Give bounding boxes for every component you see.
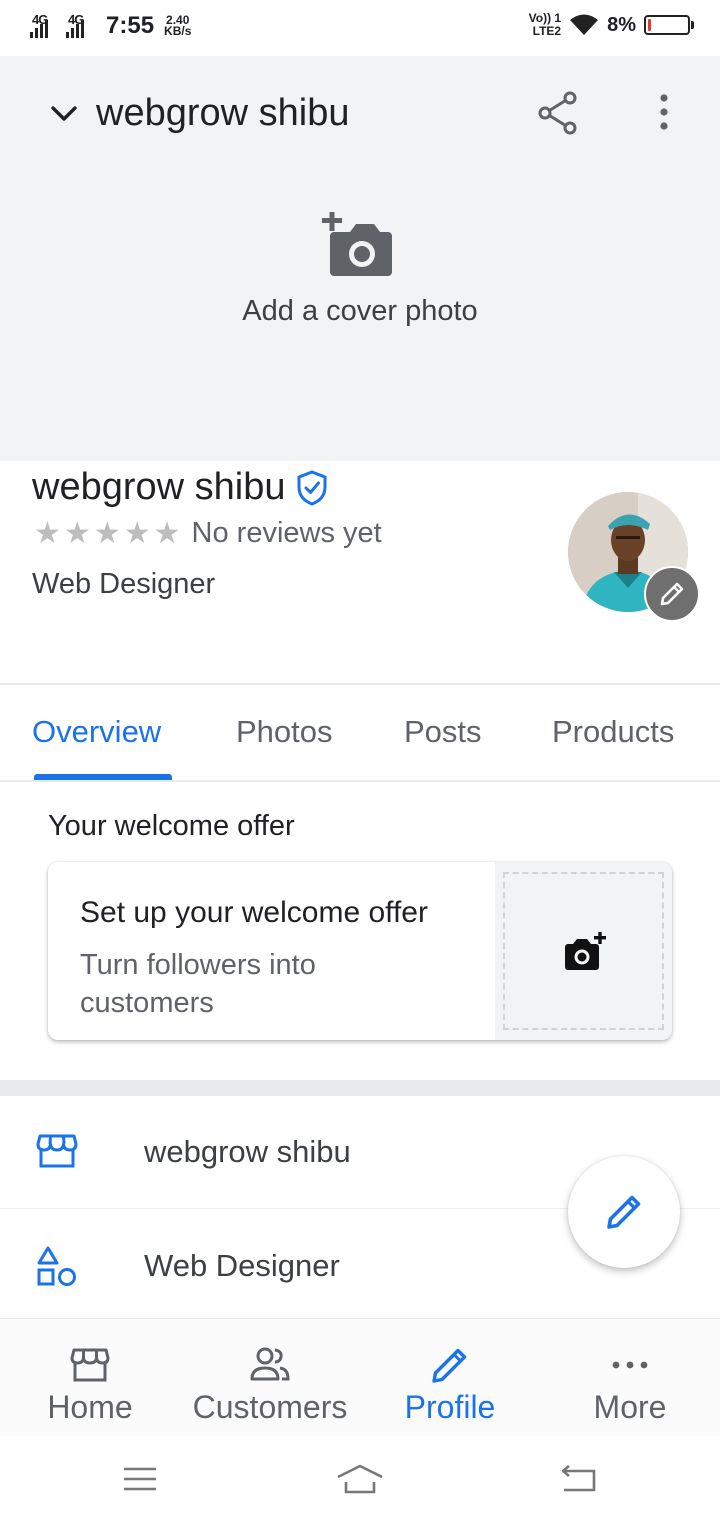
signal-bars-icon xyxy=(30,20,48,38)
clock: 7:55 xyxy=(106,12,155,39)
home-icon[interactable] xyxy=(336,1462,384,1496)
more-horiz-icon xyxy=(612,1361,648,1369)
add-a-photo-icon xyxy=(565,932,606,970)
storefront-icon xyxy=(70,1348,110,1382)
welcome-offer-photo-slot[interactable] xyxy=(495,862,672,1040)
battery-icon xyxy=(644,15,694,35)
tab-bar: Overview Photos Posts Products xyxy=(0,688,720,782)
rating-row[interactable]: ★ ★ ★ ★ ★ No reviews yet xyxy=(34,516,382,551)
system-navigation-bar xyxy=(0,1436,720,1520)
people-icon xyxy=(250,1347,290,1381)
section-separator xyxy=(0,1080,720,1096)
add-a-photo-icon xyxy=(322,212,392,276)
chevron-down-icon[interactable] xyxy=(46,96,82,132)
volte-line-2: LTE2 xyxy=(532,24,562,38)
battery-level-fill xyxy=(648,19,651,31)
star-icon: ★ xyxy=(153,517,181,550)
edit-pencil-icon xyxy=(660,582,684,606)
share-icon[interactable] xyxy=(536,90,580,136)
volte-indicator: Vo)) 1 LTE2 xyxy=(529,12,561,38)
edit-profile-photo-button[interactable] xyxy=(644,566,700,622)
info-business-name: webgrow shibu xyxy=(144,1134,351,1169)
app-bar-title: webgrow shibu xyxy=(96,92,350,134)
divider xyxy=(0,683,720,685)
nav-home[interactable]: Home xyxy=(0,1319,180,1437)
nav-customers[interactable]: Customers xyxy=(180,1319,360,1437)
status-bar: 4G 4G 7:55 2.40 KB/s Vo)) 1 LTE2 8% xyxy=(0,0,720,56)
status-right: Vo)) 1 LTE2 8% xyxy=(529,12,694,38)
business-name: webgrow shibu xyxy=(32,466,286,508)
edit-pencil-icon xyxy=(432,1348,467,1383)
star-icon: ★ xyxy=(34,517,61,550)
add-cover-photo-button[interactable]: Add a cover photo xyxy=(0,212,720,328)
category-icon xyxy=(37,1246,76,1286)
business-name-row: webgrow shibu xyxy=(32,466,329,509)
welcome-offer-card-subtitle: Turn followers into customers xyxy=(80,949,316,1019)
edit-pencil-icon xyxy=(607,1195,641,1229)
bottom-navigation: Home Customers Profile More xyxy=(0,1318,720,1436)
nav-profile-label: Profile xyxy=(404,1389,496,1425)
status-left: 4G 4G 7:55 2.40 KB/s xyxy=(30,12,191,40)
edit-profile-fab[interactable] xyxy=(568,1156,680,1268)
battery-percent: 8% xyxy=(607,13,636,36)
star-icon: ★ xyxy=(93,517,121,550)
more-vert-icon[interactable] xyxy=(650,92,678,132)
add-cover-photo-label: Add a cover photo xyxy=(242,295,478,327)
reviews-text: No reviews yet xyxy=(191,517,382,549)
tab-posts[interactable]: Posts xyxy=(404,714,482,750)
signal-2: 4G xyxy=(66,12,96,40)
nav-home-label: Home xyxy=(47,1389,133,1425)
tab-products[interactable]: Products xyxy=(552,714,674,750)
menu-icon[interactable] xyxy=(118,1462,162,1496)
welcome-offer-title: Your welcome offer xyxy=(48,810,295,842)
cover-area[interactable]: webgrow shibu Add a cover photo xyxy=(0,56,720,461)
divider xyxy=(0,780,720,782)
welcome-offer-card-title: Set up your welcome offer xyxy=(80,896,428,929)
signal-1: 4G xyxy=(30,12,60,40)
signal-bars-icon xyxy=(66,20,84,38)
nav-customers-label: Customers xyxy=(192,1389,348,1425)
storefront-icon xyxy=(36,1134,78,1168)
tab-photos[interactable]: Photos xyxy=(236,714,333,750)
info-category: Web Designer xyxy=(144,1248,340,1283)
nav-more[interactable]: More xyxy=(540,1319,720,1437)
nav-more-label: More xyxy=(593,1389,667,1425)
back-icon[interactable] xyxy=(556,1462,600,1496)
star-icon: ★ xyxy=(123,517,151,550)
business-category: Web Designer xyxy=(32,568,216,600)
star-icon: ★ xyxy=(63,517,91,550)
nav-profile[interactable]: Profile xyxy=(360,1319,540,1437)
speed-unit: KB/s xyxy=(164,24,192,38)
verified-shield-icon xyxy=(297,469,327,506)
network-speed: 2.40 KB/s xyxy=(164,14,192,38)
welcome-offer-card[interactable]: Set up your welcome offer Turn followers… xyxy=(48,862,672,1040)
tab-overview[interactable]: Overview xyxy=(32,714,161,750)
wifi-icon xyxy=(570,14,599,35)
